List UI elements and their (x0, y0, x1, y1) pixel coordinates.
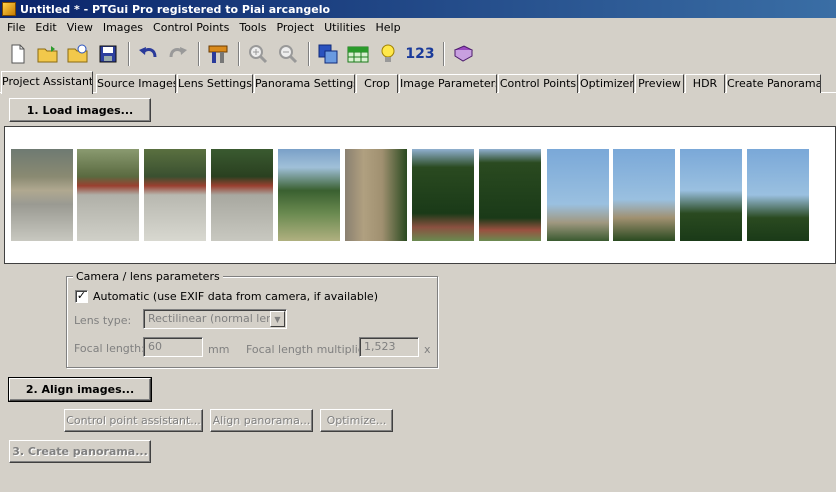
menu-file[interactable]: File (2, 18, 30, 37)
focal-multiplier-value: 1,523 (364, 340, 396, 353)
toolbar-separator (128, 42, 130, 66)
save-icon[interactable] (94, 41, 121, 68)
zoom-out-icon[interactable] (274, 41, 301, 68)
title-bar: Untitled * - PTGui Pro registered to Pia… (0, 0, 836, 18)
image-thumbnail[interactable] (144, 149, 206, 241)
help-book-icon[interactable] (449, 41, 476, 68)
focal-multiplier-label: Focal length multiplier: (246, 343, 373, 356)
control-point-assistant-button[interactable]: Control point assistant... (64, 409, 203, 432)
image-thumbnail[interactable] (77, 149, 139, 241)
image-thumbnail[interactable] (547, 149, 609, 241)
focal-length-unit: mm (208, 343, 230, 356)
tab-strip: Project Assistant Source Images Lens Set… (0, 71, 836, 94)
lightbulb-icon[interactable] (374, 41, 401, 68)
panorama-editor-icon[interactable] (314, 41, 341, 68)
toolbar-separator (308, 42, 310, 66)
image-thumbnail[interactable] (345, 149, 407, 241)
image-thumbnail[interactable] (680, 149, 742, 241)
menu-images[interactable]: Images (98, 18, 148, 37)
window-title: Untitled * - PTGui Pro registered to Pia… (20, 2, 331, 16)
table-editor-icon[interactable] (344, 41, 371, 68)
zoom-in-icon[interactable] (244, 41, 271, 68)
automatic-exif-checkbox[interactable]: ✓ (75, 290, 88, 303)
number-button[interactable]: 123 (404, 41, 436, 68)
menu-tools[interactable]: Tools (234, 18, 271, 37)
image-thumbnail[interactable] (412, 149, 474, 241)
redo-icon[interactable] (164, 41, 191, 68)
tab-control-points[interactable]: Control Points (498, 74, 578, 93)
tab-image-parameters[interactable]: Image Parameters (399, 74, 497, 93)
focal-length-value: 60 (148, 340, 162, 353)
optimize-button[interactable]: Optimize... (320, 409, 393, 432)
camera-lens-group-title: Camera / lens parameters (73, 270, 223, 283)
menu-bar: File Edit View Images Control Points Too… (0, 18, 836, 37)
tab-panorama-settings[interactable]: Panorama Settings (254, 74, 355, 93)
menu-view[interactable]: View (62, 18, 98, 37)
open-recent-icon[interactable] (64, 41, 91, 68)
automatic-exif-label: Automatic (use EXIF data from camera, if… (93, 290, 378, 303)
image-thumbnail[interactable] (479, 149, 541, 241)
tab-source-images[interactable]: Source Images (96, 74, 176, 93)
undo-icon[interactable] (134, 41, 161, 68)
menu-project[interactable]: Project (271, 18, 319, 37)
align-panorama-button[interactable]: Align panorama... (210, 409, 313, 432)
image-thumbnail[interactable] (211, 149, 273, 241)
image-strip[interactable] (4, 126, 836, 264)
lens-type-label: Lens type: (74, 314, 132, 327)
number-button-label: 123 (405, 46, 435, 62)
tab-hdr[interactable]: HDR (685, 74, 725, 93)
lens-type-dropdown[interactable]: Rectilinear (normal lens) ▼ (143, 309, 287, 329)
toolbar-separator (198, 42, 200, 66)
image-thumbnail[interactable] (278, 149, 340, 241)
tools-icon[interactable] (204, 41, 231, 68)
toolbar: 123 (0, 38, 836, 70)
image-thumbnail[interactable] (11, 149, 73, 241)
open-folder-icon[interactable] (34, 41, 61, 68)
focal-length-label: Focal length: (74, 342, 145, 355)
menu-help[interactable]: Help (371, 18, 406, 37)
tab-lens-settings[interactable]: Lens Settings (177, 74, 253, 93)
toolbar-separator (443, 42, 445, 66)
focal-multiplier-input[interactable]: 1,523 (359, 337, 419, 357)
tab-project-assistant[interactable]: Project Assistant (1, 71, 93, 94)
tab-create-panorama[interactable]: Create Panorama (726, 74, 821, 93)
align-images-button[interactable]: 2. Align images... (8, 377, 152, 402)
image-thumbnail[interactable] (613, 149, 675, 241)
menu-utilities[interactable]: Utilities (319, 18, 370, 37)
tab-crop[interactable]: Crop (356, 74, 398, 93)
new-file-icon[interactable] (4, 41, 31, 68)
menu-edit[interactable]: Edit (30, 18, 61, 37)
load-images-button[interactable]: 1. Load images... (9, 98, 151, 122)
tab-optimizer[interactable]: Optimizer (579, 74, 634, 93)
tab-preview[interactable]: Preview (635, 74, 684, 93)
menu-control-points[interactable]: Control Points (148, 18, 234, 37)
chevron-down-icon: ▼ (270, 311, 285, 327)
focal-multiplier-unit: x (424, 343, 431, 356)
app-icon (2, 2, 16, 16)
create-panorama-button[interactable]: 3. Create panorama... (9, 440, 151, 463)
focal-length-input[interactable]: 60 (143, 337, 203, 357)
lens-type-value: Rectilinear (normal lens) (148, 312, 284, 325)
toolbar-separator (238, 42, 240, 66)
image-thumbnail[interactable] (747, 149, 809, 241)
